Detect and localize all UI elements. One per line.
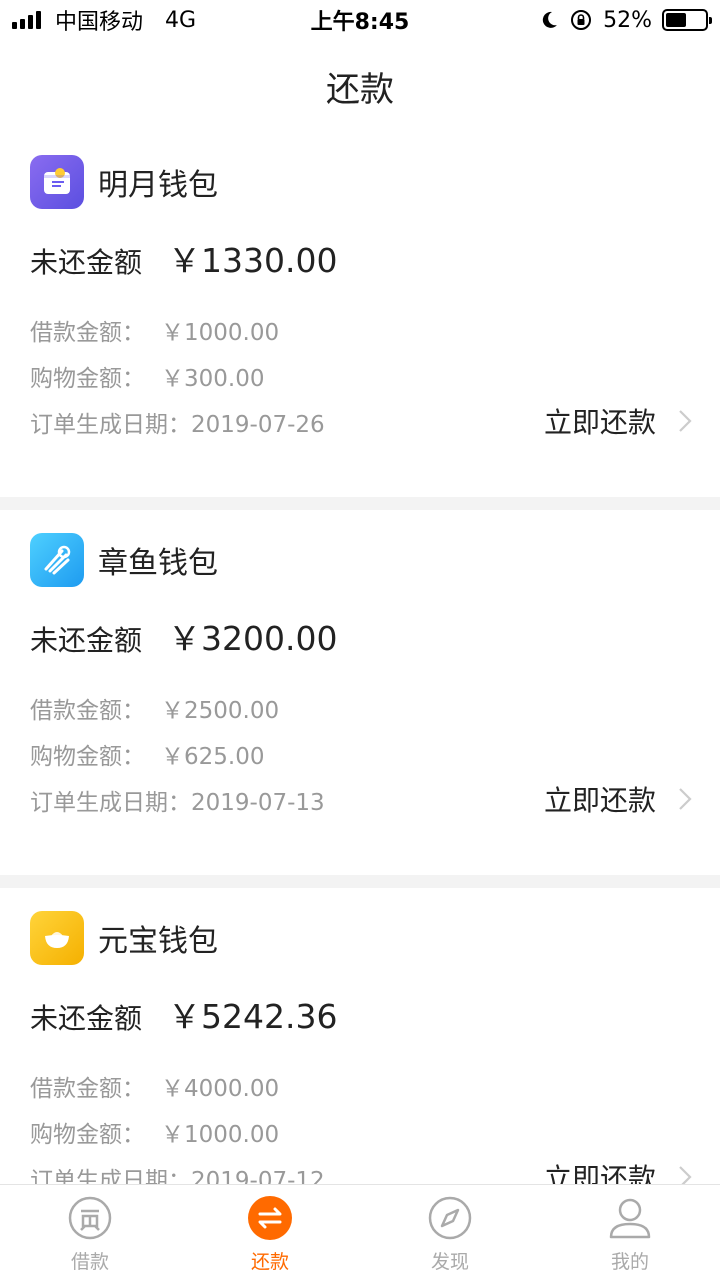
wallet-card-icon bbox=[30, 155, 84, 209]
shopping-amount-label: 购物金额： bbox=[30, 366, 145, 392]
battery-icon bbox=[661, 9, 712, 31]
shopping-amount-label: 购物金额： bbox=[30, 1122, 145, 1148]
rotation-lock-icon bbox=[571, 10, 592, 30]
tab-repay[interactable]: 还款 bbox=[180, 1185, 360, 1280]
tab-label: 我的 bbox=[610, 1251, 649, 1273]
order-date-label: 订单生成日期： bbox=[30, 790, 191, 816]
order-date-value: 2019-07-13 bbox=[191, 790, 325, 816]
owed-summary: 未还金额 ￥1330.00 bbox=[30, 234, 690, 292]
octopus-icon bbox=[30, 533, 84, 587]
owed-amount: ￥5242.36 bbox=[168, 997, 338, 1036]
signal-icon bbox=[12, 11, 41, 29]
loan-card: 明月钱包 未还金额 ￥1330.00 借款金额： ￥1000.00 购物金额： ￥3… bbox=[0, 132, 720, 497]
owed-summary: 未还金额 ￥3200.00 bbox=[30, 612, 690, 670]
chevron-right-icon bbox=[679, 1166, 692, 1184]
status-right: 52% bbox=[448, 7, 712, 33]
shopping-amount-label: 购物金额： bbox=[30, 744, 145, 770]
loan-card: 元宝钱包 未还金额 ￥5242.36 借款金额： ￥4000.00 购物金额： ￥1… bbox=[0, 888, 720, 1184]
brand-name: 元宝钱包 bbox=[98, 924, 218, 959]
owed-summary: 未还金额 ￥5242.36 bbox=[30, 990, 690, 1048]
loan-card: 章鱼钱包 未还金额 ￥3200.00 借款金额： ￥2500.00 购物金额： ￥6… bbox=[0, 510, 720, 875]
owed-label: 未还金额 bbox=[30, 246, 143, 279]
battery-level bbox=[665, 13, 686, 27]
loan-list[interactable]: 明月钱包 未还金额 ￥1330.00 借款金额： ￥1000.00 购物金额： ￥3… bbox=[0, 132, 720, 1184]
status-left: 中国移动 4G bbox=[12, 4, 272, 36]
order-date-value: 2019-07-26 bbox=[191, 412, 325, 438]
repay-icon bbox=[247, 1195, 293, 1241]
tab-label: 还款 bbox=[250, 1251, 289, 1273]
card-header: 元宝钱包 bbox=[30, 888, 690, 988]
nav-bar: 还款 bbox=[0, 40, 720, 132]
gold-ingot-icon bbox=[30, 911, 84, 965]
battery-percent: 52% bbox=[603, 7, 652, 33]
loan-icon bbox=[67, 1195, 113, 1241]
repay-now-label: 立即还款 bbox=[543, 406, 656, 439]
loan-amount-row: 借款金额： ￥1000.00 bbox=[30, 310, 690, 356]
owed-amount: ￥3200.00 bbox=[168, 619, 338, 658]
repay-now-button[interactable]: 立即还款 bbox=[544, 1154, 692, 1184]
network-type: 4G bbox=[165, 7, 197, 33]
owed-label: 未还金额 bbox=[30, 624, 143, 657]
order-date-label: 订单生成日期： bbox=[30, 1168, 191, 1184]
shopping-amount-value: ￥625.00 bbox=[161, 744, 265, 770]
compass-icon bbox=[427, 1195, 473, 1241]
chevron-right-icon bbox=[679, 410, 692, 432]
status-bar: 中国移动 4G 上午8:45 52% bbox=[0, 0, 720, 40]
loan-amount-label: 借款金额： bbox=[30, 698, 145, 724]
owed-amount: ￥1330.00 bbox=[168, 241, 338, 280]
user-icon bbox=[607, 1195, 653, 1241]
loan-amount-row: 借款金额： ￥2500.00 bbox=[30, 688, 690, 734]
tab-label: 借款 bbox=[70, 1251, 109, 1273]
loan-amount-label: 借款金额： bbox=[30, 1076, 145, 1102]
chevron-right-icon bbox=[679, 788, 692, 810]
status-time: 上午8:45 bbox=[310, 10, 410, 35]
card-divider bbox=[0, 875, 720, 888]
loan-amount-label: 借款金额： bbox=[30, 320, 145, 346]
loan-amount-row: 借款金额： ￥4000.00 bbox=[30, 1066, 690, 1112]
card-header: 明月钱包 bbox=[30, 132, 690, 232]
order-date-label: 订单生成日期： bbox=[30, 412, 191, 438]
tab-discover[interactable]: 发现 bbox=[360, 1185, 540, 1280]
order-date-value: 2019-07-12 bbox=[191, 1168, 325, 1184]
brand-name: 明月钱包 bbox=[98, 168, 218, 203]
card-divider bbox=[0, 497, 720, 510]
loan-amount-value: ￥4000.00 bbox=[161, 1076, 280, 1102]
shopping-amount-value: ￥300.00 bbox=[161, 366, 265, 392]
shopping-amount-row: 购物金额： ￥300.00 bbox=[30, 356, 690, 402]
shopping-amount-row: 购物金额： ￥625.00 bbox=[30, 734, 690, 780]
owed-label: 未还金额 bbox=[30, 1002, 143, 1035]
tab-bar: 借款 还款 发现 我的 bbox=[0, 1184, 720, 1280]
repay-now-button[interactable]: 立即还款 bbox=[544, 398, 692, 444]
card-header: 章鱼钱包 bbox=[30, 510, 690, 610]
repay-now-button[interactable]: 立即还款 bbox=[544, 776, 692, 822]
tab-mine[interactable]: 我的 bbox=[540, 1185, 720, 1280]
page-title: 还款 bbox=[326, 69, 394, 110]
carrier-name: 中国移动 bbox=[55, 10, 144, 35]
loan-amount-value: ￥2500.00 bbox=[161, 698, 280, 724]
shopping-amount-row: 购物金额： ￥1000.00 bbox=[30, 1112, 690, 1158]
tab-loan[interactable]: 借款 bbox=[0, 1185, 180, 1280]
repay-now-label: 立即还款 bbox=[543, 784, 656, 817]
brand-name: 章鱼钱包 bbox=[98, 546, 218, 581]
moon-icon bbox=[542, 11, 558, 28]
loan-amount-value: ￥1000.00 bbox=[161, 320, 280, 346]
tab-label: 发现 bbox=[430, 1251, 469, 1273]
shopping-amount-value: ￥1000.00 bbox=[161, 1122, 280, 1148]
repay-now-label: 立即还款 bbox=[543, 1162, 656, 1184]
